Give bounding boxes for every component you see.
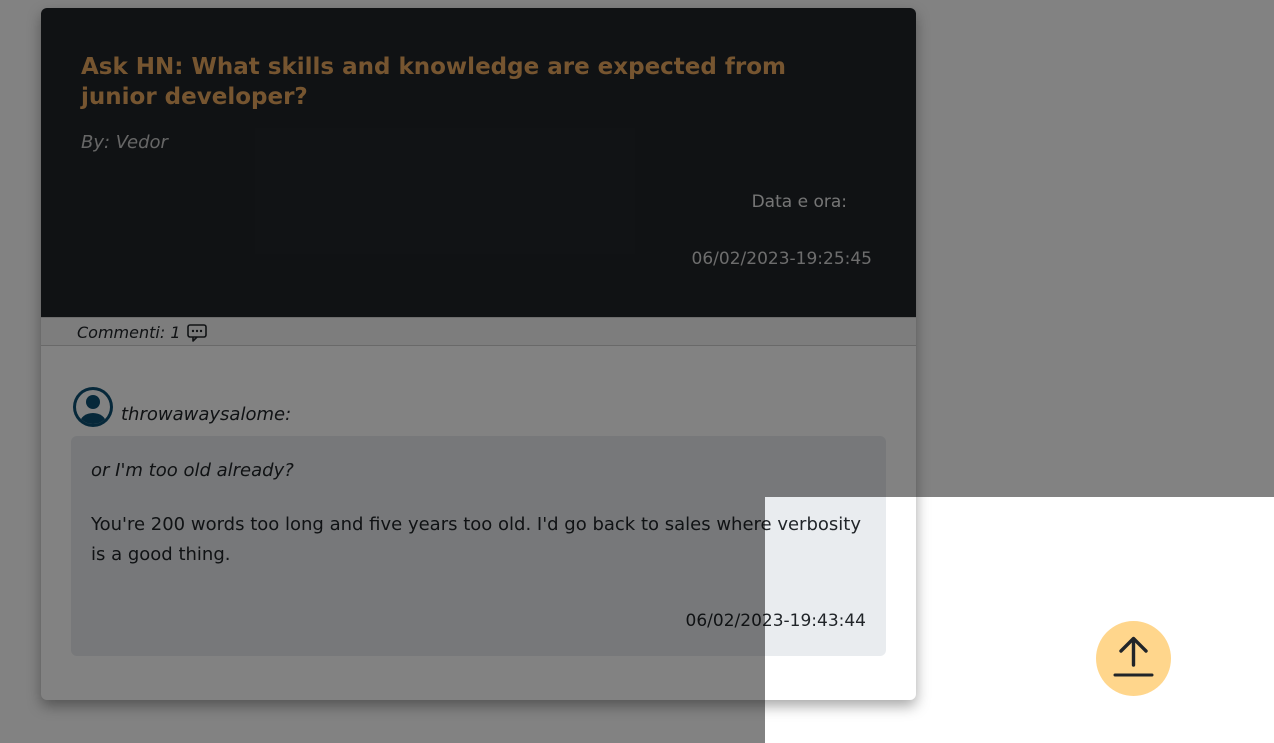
comments-count: Commenti: 1	[77, 323, 181, 342]
scroll-to-top-button[interactable]	[1096, 621, 1171, 696]
comment-quote: or I'm too old already?	[91, 460, 294, 481]
comment-text: You're 200 words too long and five years…	[91, 514, 861, 565]
post-author: By: Vedor	[81, 132, 168, 153]
post-date: 06/02/2023-19:25:45	[691, 249, 872, 269]
comment-date: 06/02/2023-19:43:44	[685, 611, 866, 631]
person-circle-icon	[73, 387, 113, 427]
post-title[interactable]: Ask HN: What skills and knowledge are ex…	[81, 52, 841, 112]
comments-bar[interactable]: Commenti: 1	[41, 317, 916, 346]
post-header: Ask HN: What skills and knowledge are ex…	[41, 8, 916, 317]
comment-body: or I'm too old already? You're 200 words…	[71, 436, 886, 656]
post-card: Ask HN: What skills and knowledge are ex…	[41, 8, 916, 700]
comment-dots-icon[interactable]	[187, 324, 207, 342]
date-label: Data e ora:	[751, 192, 847, 212]
comment-username: throwawaysalome:	[121, 404, 292, 425]
arrow-up-to-line-icon	[1113, 636, 1154, 677]
